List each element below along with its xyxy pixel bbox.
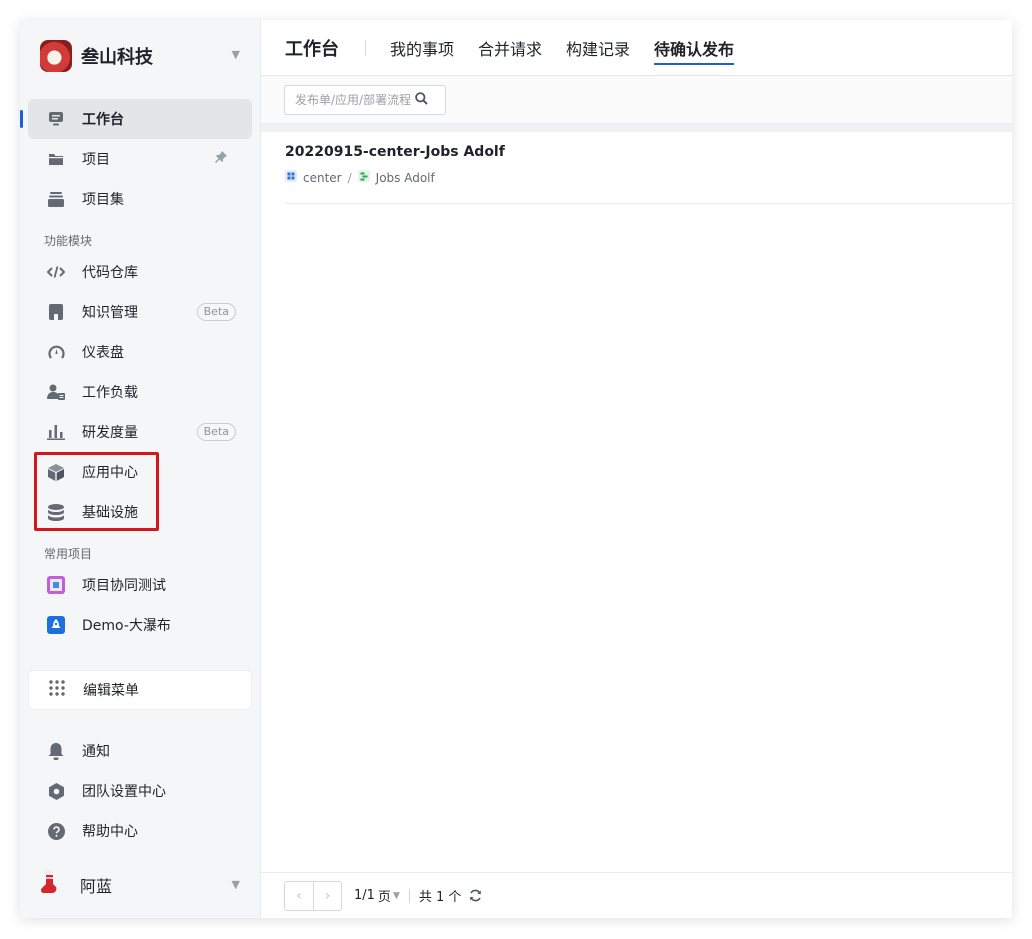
bell-icon [47, 742, 65, 760]
chevron-down-icon[interactable]: ▼ [232, 48, 240, 61]
main-content: 工作台 我的事项 合并请求 构建记录 待确认发布 20220915-center… [260, 20, 1012, 918]
sidebar-item-metrics[interactable]: 研发度量 Beta [28, 412, 252, 452]
sidebar-item-label: 工作负载 [82, 385, 138, 401]
code-icon [47, 263, 65, 281]
search-box [284, 84, 446, 115]
page-unit-select[interactable]: 页 [378, 886, 391, 905]
release-app[interactable]: center [303, 171, 342, 185]
folder-icon [47, 150, 65, 168]
list-item[interactable]: 20220915-center-Jobs Adolf center / Jobs… [285, 132, 1012, 204]
sidebar-item-label: 团队设置中心 [82, 784, 166, 800]
total-count: 共 1 个 [418, 890, 462, 905]
header: 工作台 我的事项 合并请求 构建记录 待确认发布 [261, 20, 1012, 76]
sidebar-item-code-repo[interactable]: 代码仓库 [28, 252, 252, 292]
user-avatar-icon [40, 871, 58, 899]
prev-page-button[interactable]: ‹ [285, 882, 313, 910]
tab-merge-requests[interactable]: 合并请求 [478, 20, 542, 76]
sidebar-item-notifications[interactable]: 通知 [28, 731, 252, 771]
sidebar-item-label: 项目集 [82, 192, 124, 208]
project-avatar-icon [47, 576, 65, 594]
sidebar-item-projects[interactable]: 项目 [28, 139, 252, 179]
workbench-icon [47, 110, 65, 128]
sidebar-item-label: Demo-大瀑布 [82, 618, 171, 634]
page-indicator: 1/1 [354, 888, 375, 903]
grid-dots-icon [49, 680, 65, 700]
sidebar-item-label: 项目协同测试 [82, 578, 166, 594]
release-meta: center / Jobs Adolf [285, 170, 1012, 185]
sidebar-item-label: 帮助中心 [82, 824, 138, 840]
sidebar-item-label: 项目 [82, 152, 110, 168]
tab-my-items[interactable]: 我的事项 [390, 20, 454, 76]
edit-menu-label: 编辑菜单 [83, 683, 139, 699]
search-input[interactable] [295, 92, 415, 107]
section-title-modules: 功能模块 [44, 234, 93, 248]
sidebar-item-label: 通知 [82, 744, 110, 760]
section-title-frequent: 常用项目 [44, 547, 93, 561]
sidebar-item-label: 工作台 [82, 112, 124, 128]
release-pipeline[interactable]: Jobs Adolf [376, 171, 435, 185]
sidebar: 叁山科技 ▼ 工作台 项目 项目集 功能模块 代码仓库 知识管理 Beta 仪表… [20, 20, 260, 918]
pin-icon[interactable] [215, 151, 227, 166]
sidebar-item-label: 代码仓库 [82, 265, 138, 281]
list-top-band [261, 124, 1012, 132]
filter-bar [261, 76, 1012, 124]
user-name: 阿蓝 [80, 877, 113, 896]
sidebar-item-project-collab-test[interactable]: 项目协同测试 [28, 565, 252, 605]
sidebar-item-knowledge[interactable]: 知识管理 Beta [28, 292, 252, 332]
app-icon [285, 170, 297, 185]
team-name: 叁山科技 [81, 47, 153, 68]
stack-icon [47, 190, 65, 208]
rocket-avatar-icon [47, 616, 65, 634]
gear-icon [47, 782, 65, 800]
page-title: 工作台 [285, 38, 339, 60]
chevron-down-icon[interactable]: ▼ [393, 891, 400, 901]
team-switcher[interactable]: 叁山科技 ▼ [40, 38, 240, 74]
refresh-icon[interactable] [469, 889, 482, 902]
user-menu[interactable]: 阿蓝 ▼ [40, 870, 240, 900]
sidebar-item-help[interactable]: 帮助中心 [28, 811, 252, 851]
team-avatar [40, 40, 72, 72]
gauge-icon [47, 343, 65, 361]
search-icon[interactable] [415, 90, 428, 109]
book-icon [47, 303, 65, 321]
header-divider [365, 39, 366, 56]
beta-badge: Beta [196, 303, 236, 321]
sidebar-item-workbench[interactable]: 工作台 [20, 99, 252, 139]
pagination-bar: ‹ › 1/1 页 ▼ 共 1 个 [261, 872, 1012, 918]
sidebar-item-label: 仪表盘 [82, 345, 124, 361]
sidebar-item-label: 研发度量 [82, 425, 138, 441]
user-workload-icon [47, 383, 65, 401]
meta-separator: / [347, 170, 352, 185]
sidebar-item-project-sets[interactable]: 项目集 [28, 179, 252, 219]
footer-divider [408, 888, 410, 903]
beta-badge: Beta [196, 423, 236, 441]
sidebar-item-dashboard[interactable]: 仪表盘 [28, 332, 252, 372]
bar-chart-icon [47, 423, 65, 441]
sidebar-item-team-settings[interactable]: 团队设置中心 [28, 771, 252, 811]
tab-pending-releases[interactable]: 待确认发布 [654, 20, 735, 76]
release-title[interactable]: 20220915-center-Jobs Adolf [285, 144, 1012, 160]
help-icon [47, 822, 65, 840]
app-window: 叁山科技 ▼ 工作台 项目 项目集 功能模块 代码仓库 知识管理 Beta 仪表… [20, 20, 1012, 918]
sidebar-item-demo-waterfall[interactable]: Demo-大瀑布 [28, 605, 252, 645]
sidebar-item-workload[interactable]: 工作负载 [28, 372, 252, 412]
edit-menu-button[interactable]: 编辑菜单 [28, 670, 252, 710]
pipeline-icon [357, 170, 370, 185]
chevron-down-icon[interactable]: ▼ [232, 878, 240, 891]
sidebar-item-label: 知识管理 [82, 305, 138, 321]
tab-build-records[interactable]: 构建记录 [566, 20, 630, 76]
pager: ‹ › [284, 880, 342, 911]
highlight-box [34, 452, 159, 531]
next-page-button[interactable]: › [313, 881, 341, 910]
